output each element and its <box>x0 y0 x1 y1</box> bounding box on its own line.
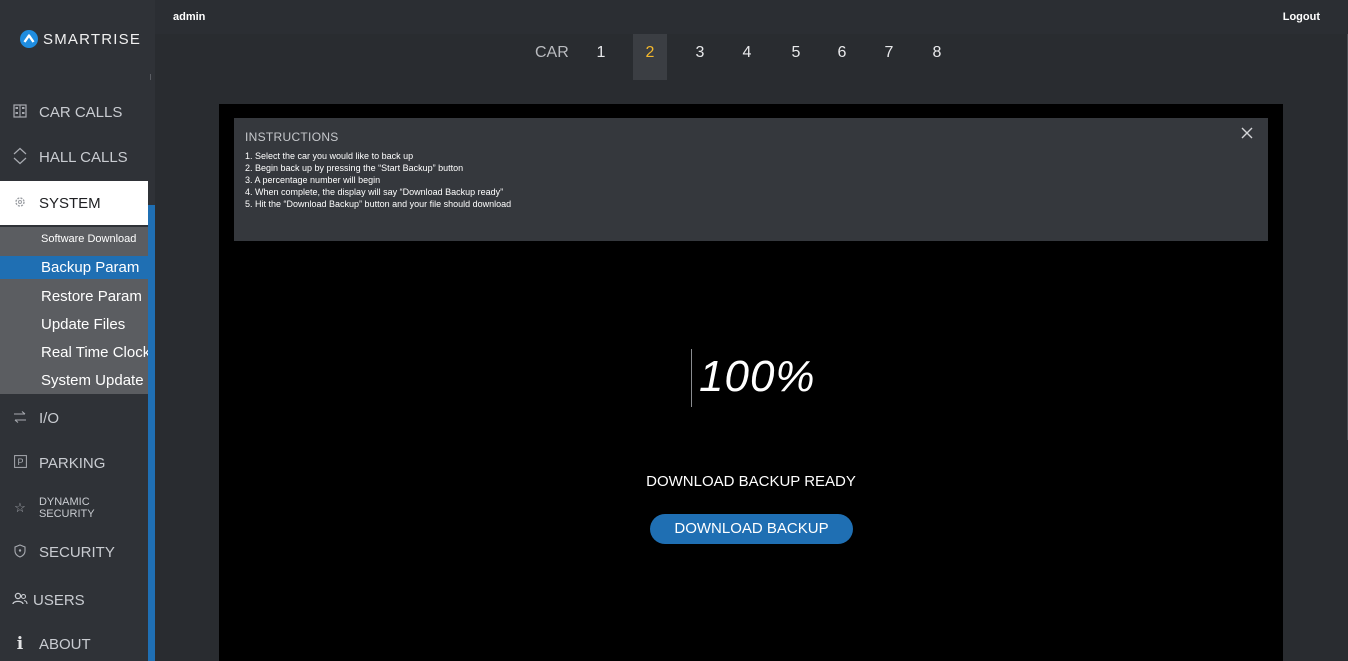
divider <box>150 74 151 80</box>
nav-dynamic-security[interactable]: ☆ DYNAMIC SECURITY <box>0 494 148 522</box>
instruction-line: 1. Select the car you would like to back… <box>245 151 414 161</box>
star-icon: ☆ <box>14 500 26 515</box>
current-user: admin <box>173 11 206 23</box>
car-selector: CAR 1 2 3 4 5 6 7 8 <box>155 34 1348 80</box>
progress-percentage: 100% <box>699 352 816 401</box>
car-tab-2[interactable]: 2 <box>633 34 667 80</box>
car-tab-3[interactable]: 3 <box>683 34 717 80</box>
nav-system[interactable]: SYSTEM <box>0 181 148 225</box>
svg-text:P: P <box>17 457 23 467</box>
gear-icon <box>10 195 30 211</box>
instruction-line: 2. Begin back up by pressing the “Start … <box>245 163 464 173</box>
nav-label: I/O <box>39 409 60 427</box>
nav-label: CAR CALLS <box>39 103 123 121</box>
car-tab-8[interactable]: 8 <box>920 34 954 80</box>
info-icon: i <box>16 634 24 654</box>
nav-hall-calls[interactable]: HALL CALLS <box>0 142 148 172</box>
subnav-system-update[interactable]: System Update <box>0 369 148 392</box>
nav-users[interactable]: USERS <box>0 586 148 614</box>
sidebar-scrollbar[interactable] <box>148 205 155 661</box>
nav-label: DYNAMIC SECURITY <box>38 496 95 520</box>
shield-icon <box>10 543 30 561</box>
car-tab-4[interactable]: 4 <box>730 34 764 80</box>
backup-status: DOWNLOAD BACKUP READY <box>646 473 856 490</box>
car-label: CAR <box>535 44 569 61</box>
sidebar: SMARTRISE CAR CALLS HALL CALLS SYSTEM So… <box>0 0 155 661</box>
brand-logo[interactable]: SMARTRISE <box>20 30 141 48</box>
subnav-update-files[interactable]: Update Files <box>0 313 148 336</box>
nav-security[interactable]: SECURITY <box>0 538 148 566</box>
backup-panel: INSTRUCTIONS 1. Select the car you would… <box>219 104 1283 661</box>
nav-label: HALL CALLS <box>39 148 128 166</box>
swap-arrows-icon <box>10 410 30 427</box>
nav-label: USERS <box>33 591 85 609</box>
close-icon[interactable] <box>1240 126 1254 140</box>
instruction-line: 5. Hit the “Download Backup” button and … <box>245 199 512 209</box>
topbar: admin Logout <box>155 0 1348 34</box>
grid-icon <box>10 103 30 121</box>
instruction-line: 4. When complete, the display will say “… <box>245 187 504 197</box>
download-backup-button[interactable]: DOWNLOAD BACKUP <box>650 514 853 544</box>
subnav-software-download[interactable]: Software Download <box>0 228 148 251</box>
parking-icon: P <box>10 455 30 471</box>
car-tab-7[interactable]: 7 <box>872 34 906 80</box>
nav-label: SECURITY <box>39 543 115 561</box>
nav-label: PARKING <box>39 454 106 472</box>
nav-io[interactable]: I/O <box>0 404 148 432</box>
smartrise-logo-icon <box>20 30 38 48</box>
instructions-box: INSTRUCTIONS 1. Select the car you would… <box>234 118 1268 241</box>
subnav-real-time-clock[interactable]: Real Time Clock <box>0 341 150 364</box>
nav-label: ABOUT <box>39 635 91 653</box>
nav-about[interactable]: i ABOUT <box>0 630 148 658</box>
nav-label: SYSTEM <box>39 194 101 212</box>
logout-button[interactable]: Logout <box>1283 11 1320 23</box>
nav-parking[interactable]: P PARKING <box>0 449 148 477</box>
subnav-restore-param[interactable]: Restore Param <box>0 285 148 308</box>
users-icon <box>10 592 30 609</box>
brand-name: SMARTRISE <box>43 30 142 48</box>
nav-car-calls[interactable]: CAR CALLS <box>0 98 148 126</box>
system-submenu: Software Download Backup Param Restore P… <box>0 227 150 394</box>
up-down-chevrons-icon <box>10 147 30 168</box>
car-tab-1[interactable]: 1 <box>584 34 618 80</box>
progress-caret <box>691 349 692 407</box>
instructions-title: INSTRUCTIONS <box>245 130 339 144</box>
instruction-line: 3. A percentage number will begin <box>245 175 381 185</box>
car-tab-5[interactable]: 5 <box>779 34 813 80</box>
car-tab-6[interactable]: 6 <box>825 34 859 80</box>
subnav-backup-param[interactable]: Backup Param <box>0 256 148 279</box>
